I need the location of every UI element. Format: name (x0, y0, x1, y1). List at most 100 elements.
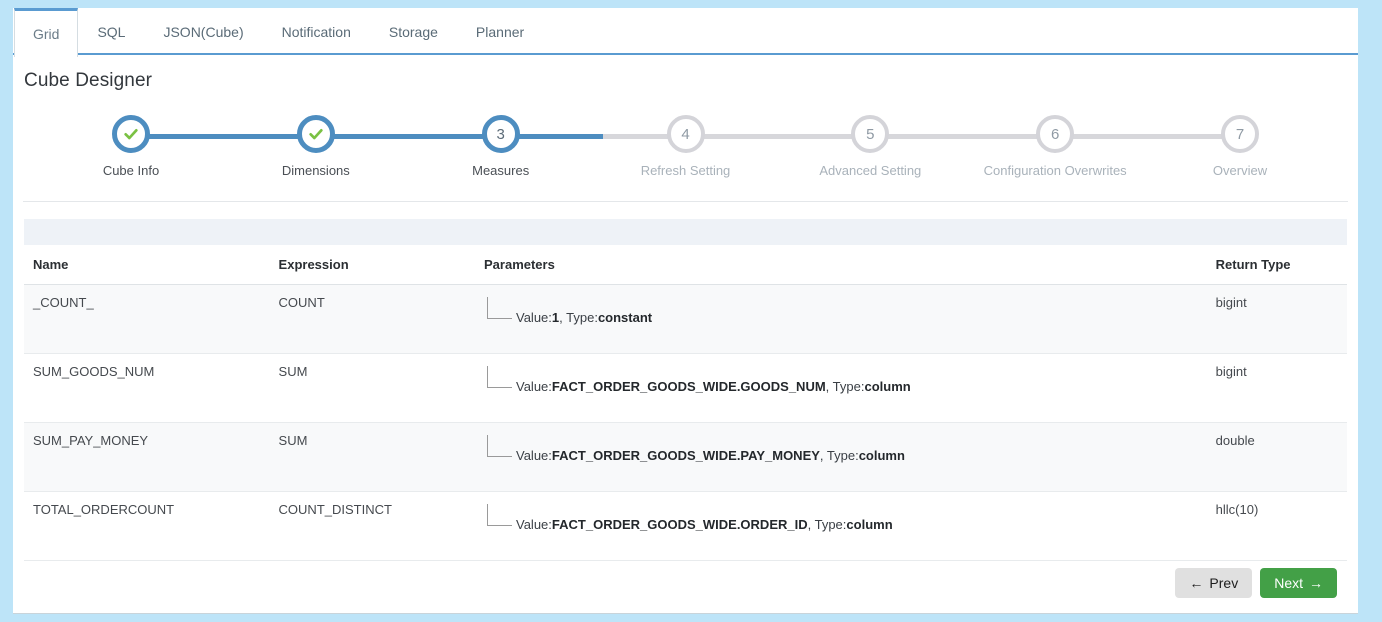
tab-label: Storage (388, 24, 438, 40)
parameter-row: Value:FACT_ORDER_GOODS_WIDE.ORDER_ID, Ty… (484, 504, 1207, 534)
table-body: _COUNT_ COUNT Value:1, Type:constant bigint… (24, 284, 1347, 561)
tab-sql[interactable]: SQL (78, 8, 144, 55)
parameter-value-label: Value: (516, 448, 552, 463)
tab-label: SQL (97, 24, 126, 40)
step-label: Refresh Setting (640, 163, 731, 178)
tree-branch-icon (487, 297, 512, 319)
parameter-value-label: Value: (516, 517, 552, 532)
tree-branch-icon (487, 366, 512, 388)
wizard-step-configuration-overwrites[interactable]: 6 Configuration Overwrites (975, 112, 1135, 178)
measure-name: TOTAL_ORDERCOUNT (24, 491, 270, 561)
measure-name: SUM_GOODS_NUM (24, 353, 270, 423)
parameter-panel: Value:FACT_ORDER_GOODS_WIDE.GOODS_NUM, T… (484, 364, 1207, 412)
tab-json-cube[interactable]: JSON(Cube) (144, 8, 262, 55)
step-label: Overview (1212, 163, 1268, 178)
step-number: 4 (681, 125, 690, 143)
measure-name: _COUNT_ (24, 284, 270, 354)
step-circle: 6 (1036, 115, 1075, 153)
tab-label: Notification (281, 24, 351, 40)
step-label: Advanced Setting (819, 163, 922, 178)
measure-parameters: Value:FACT_ORDER_GOODS_WIDE.GOODS_NUM, T… (475, 353, 1207, 423)
parameter-type: column (846, 517, 893, 532)
measure-return-type: hllc(10) (1206, 491, 1347, 561)
parameter-type-label: , Type: (807, 517, 847, 532)
table-row[interactable]: SUM_PAY_MONEY SUM Value:FACT_ORDER_GOODS_W… (24, 422, 1347, 492)
column-header-name: Name (24, 245, 270, 285)
app-root: Grid SQL JSON(Cube) Notification Storage Plan… (0, 0, 1382, 622)
measure-expression: SUM (269, 353, 475, 423)
wizard-stepper-container: Cube Info Dimensions 3 Measures 4 Refresh Set… (23, 112, 1348, 202)
prev-button[interactable]: ← Prev (1175, 568, 1253, 598)
parameter-text: Value:1, Type:constant (516, 308, 652, 327)
parameter-type-label: , Type: (819, 448, 859, 463)
wizard-step-overview[interactable]: 7 Overview (1160, 112, 1320, 178)
parameter-value-label: Value: (516, 379, 552, 394)
parameter-row: Value:FACT_ORDER_GOODS_WIDE.GOODS_NUM, T… (484, 366, 1207, 396)
parameter-value: FACT_ORDER_GOODS_WIDE.PAY_MONEY (551, 448, 820, 463)
step-number: 6 (1050, 125, 1060, 143)
wizard-step-measures[interactable]: 3 Measures (421, 112, 581, 178)
arrow-left-icon: ← (1189, 575, 1204, 591)
tab-planner[interactable]: Planner (457, 8, 543, 55)
column-header-expression: Expression (269, 245, 475, 285)
measure-expression: COUNT_DISTINCT (269, 491, 475, 561)
step-number: 7 (1235, 125, 1245, 143)
measures-table: Name Expression Parameters Return Type _COU… (24, 245, 1347, 561)
step-circle: 5 (851, 115, 890, 153)
measure-return-type: bigint (1206, 284, 1347, 354)
arrow-right-icon: → (1309, 575, 1323, 591)
table-row[interactable]: _COUNT_ COUNT Value:1, Type:constant bigint (24, 284, 1347, 354)
next-button[interactable]: Next → (1260, 568, 1337, 598)
parameter-type-label: , Type: (559, 310, 598, 325)
parameter-row: Value:1, Type:constant (484, 297, 1207, 327)
wizard-stepper: Cube Info Dimensions 3 Measures 4 Refresh Set… (23, 112, 1348, 202)
wizard-step-advanced-setting[interactable]: 5 Advanced Setting (790, 112, 950, 178)
parameter-row: Value:FACT_ORDER_GOODS_WIDE.PAY_MONEY, T… (484, 435, 1207, 465)
table-head: Name Expression Parameters Return Type (24, 245, 1347, 285)
tab-list: Grid SQL JSON(Cube) Notification Storage Plan… (13, 8, 1358, 57)
parameter-text: Value:FACT_ORDER_GOODS_WIDE.ORDER_ID, Ty… (516, 515, 893, 534)
column-header-parameters: Parameters (475, 245, 1207, 285)
parameter-type: constant (597, 310, 653, 325)
parameter-panel: Value:1, Type:constant (484, 295, 1207, 343)
column-header-return-type: Return Type (1206, 245, 1347, 285)
step-circle: 7 (1221, 115, 1259, 153)
tab-label: Grid (33, 26, 60, 42)
tab-storage[interactable]: Storage (370, 8, 457, 55)
parameter-value: FACT_ORDER_GOODS_WIDE.ORDER_ID (551, 517, 808, 532)
table-row[interactable]: TOTAL_ORDERCOUNT COUNT_DISTINCT Value:FACT… (24, 491, 1347, 561)
step-number: 3 (496, 125, 505, 143)
wizard-step-cube-info[interactable]: Cube Info (51, 112, 211, 178)
tree-branch-icon (487, 435, 512, 457)
step-label: Measures (472, 163, 530, 178)
step-circle: 4 (666, 115, 705, 153)
wizard-step-refresh-setting[interactable]: 4 Refresh Setting (606, 112, 766, 178)
parameter-panel: Value:FACT_ORDER_GOODS_WIDE.ORDER_ID, Ty… (484, 502, 1207, 550)
check-icon (124, 129, 138, 140)
step-label: Configuration Overwrites (983, 163, 1127, 178)
measure-parameters: Value:FACT_ORDER_GOODS_WIDE.PAY_MONEY, T… (475, 422, 1207, 492)
tab-label: JSON(Cube) (163, 24, 244, 40)
parameter-type: column (858, 448, 905, 463)
parameter-type-label: , Type: (825, 379, 865, 394)
table-row[interactable]: SUM_GOODS_NUM SUM Value:FACT_ORDER_GOODS_W… (24, 353, 1347, 423)
prev-button-label: Prev (1209, 575, 1239, 591)
step-circle (112, 115, 150, 153)
table-header-row: Name Expression Parameters Return Type (24, 245, 1347, 285)
step-label: Dimensions (281, 163, 350, 178)
next-button-label: Next (1274, 575, 1303, 591)
measure-expression: COUNT (269, 284, 475, 354)
parameter-type: column (864, 379, 911, 394)
tab-notification[interactable]: Notification (263, 8, 370, 55)
tab-label: Planner (475, 24, 525, 40)
content-panel: Grid SQL JSON(Cube) Notification Storage Plan… (13, 8, 1358, 614)
step-circle (296, 115, 335, 153)
wizard-footer: ← Prev Next → (1175, 568, 1337, 598)
measure-expression: SUM (269, 422, 475, 492)
tab-bar: Grid SQL JSON(Cube) Notification Storage Plan… (13, 8, 1358, 57)
wizard-step-dimensions[interactable]: Dimensions (236, 112, 396, 178)
parameter-value-label: Value: (516, 310, 552, 325)
step-number: 5 (866, 125, 875, 143)
tab-grid[interactable]: Grid (14, 8, 79, 57)
parameter-panel: Value:FACT_ORDER_GOODS_WIDE.PAY_MONEY, T… (484, 433, 1207, 481)
